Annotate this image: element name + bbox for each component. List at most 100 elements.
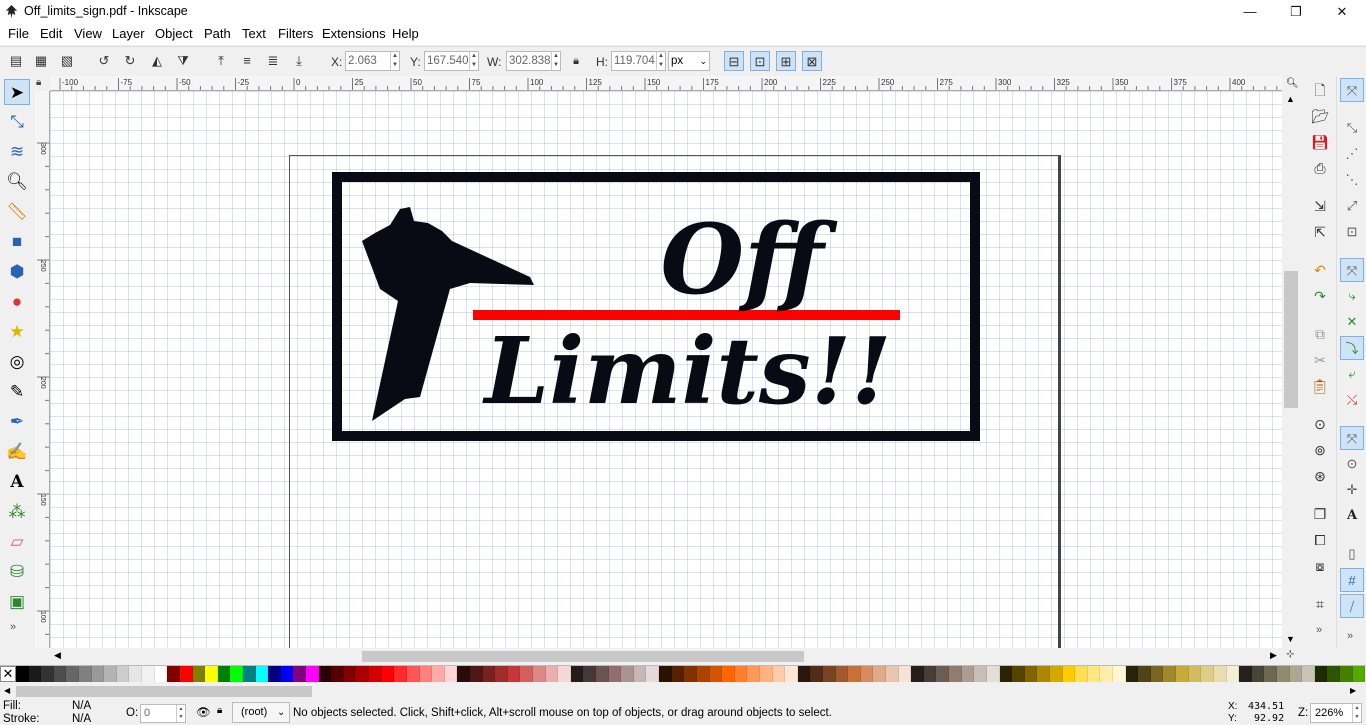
palette-swatch[interactable]	[747, 666, 760, 682]
calligraphy-tool-icon[interactable]: ✍	[4, 439, 30, 465]
print-icon[interactable]: ⎙	[1308, 156, 1332, 180]
palette-scroll-left-icon[interactable]: ◀	[4, 686, 10, 695]
close-button[interactable]: ✕	[1319, 0, 1365, 23]
scroll-up-icon[interactable]: ▲	[1286, 94, 1295, 104]
import-icon[interactable]: ⇲	[1308, 194, 1332, 218]
toolbox-overflow-icon[interactable]: »	[10, 621, 16, 633]
commands-overflow-icon[interactable]: »	[1316, 624, 1322, 636]
snap-centers-icon[interactable]: ⊙	[1340, 452, 1364, 476]
palette-swatch[interactable]	[696, 666, 710, 682]
scroll-down-icon[interactable]: ▼	[1286, 634, 1295, 644]
palette-swatch[interactable]	[583, 666, 597, 682]
export-icon[interactable]: ⇱	[1308, 220, 1332, 244]
palette-swatch[interactable]	[911, 666, 924, 682]
snap-paths-icon[interactable]: ⤷	[1340, 284, 1364, 308]
palette-swatch[interactable]	[633, 666, 647, 682]
palette-swatch[interactable]	[406, 666, 420, 682]
palette-swatch[interactable]	[621, 666, 634, 682]
paste-icon[interactable]: 📋︎	[1308, 374, 1332, 398]
palette-swatch[interactable]	[1264, 666, 1277, 682]
menu-edit[interactable]: Edit	[40, 26, 62, 41]
eraser-tool-icon[interactable]: ▱	[4, 529, 30, 555]
palette-swatch[interactable]	[230, 666, 243, 682]
rotate-cw-icon[interactable]: ↻	[120, 51, 140, 71]
palette-swatch[interactable]	[722, 666, 735, 682]
palette-swatch[interactable]	[1226, 666, 1240, 682]
palette-swatch[interactable]	[1113, 666, 1126, 682]
snap-text-baseline-icon[interactable]: A	[1340, 504, 1364, 528]
snap-overflow-icon[interactable]: »	[1347, 630, 1353, 642]
palette-swatch[interactable]	[457, 666, 470, 682]
palette-swatch[interactable]	[104, 666, 117, 682]
palette-swatch[interactable]	[1339, 666, 1353, 682]
scroll-left-icon[interactable]: ◀	[54, 650, 61, 661]
flip-vertical-icon[interactable]: ⧩	[173, 51, 193, 71]
palette-swatch[interactable]	[545, 666, 559, 682]
palette-swatch[interactable]	[192, 666, 206, 682]
toggle-scrollbars-icon[interactable]: ⊹	[1286, 649, 1294, 660]
measure-tool-icon[interactable]: 📏︎	[4, 199, 30, 225]
palette-swatch[interactable]	[936, 666, 950, 682]
snap-nodes-icon[interactable]: ⤧	[1340, 258, 1364, 282]
palette-swatch[interactable]	[1024, 666, 1038, 682]
palette-swatch[interactable]	[1087, 666, 1101, 682]
snap-bbox-icon[interactable]: ⤡	[1340, 116, 1364, 140]
rotate-ccw-icon[interactable]: ↺	[94, 51, 114, 71]
gradient-tool-icon[interactable]: ▣	[4, 589, 30, 615]
maximize-button[interactable]: ❐	[1273, 0, 1319, 23]
palette-swatch[interactable]	[242, 666, 256, 682]
snap-page-border-icon[interactable]: ▯	[1340, 542, 1364, 566]
palette-swatch[interactable]	[343, 666, 357, 682]
redo-icon[interactable]: ↷	[1308, 284, 1332, 308]
palette-swatch[interactable]	[1276, 666, 1290, 682]
flip-horizontal-icon[interactable]: ◭	[147, 51, 167, 71]
lock-proportions-icon[interactable]: 🔒︎	[566, 51, 586, 71]
palette-swatch[interactable]	[1239, 666, 1252, 682]
spin-arrows-icon[interactable]: ▲ ▼	[176, 705, 185, 722]
spin-arrows-icon[interactable]: ▲ ▼	[390, 52, 399, 70]
zoom-selection-icon[interactable]: ⊙	[1308, 412, 1332, 436]
select-all-icon[interactable]: ▤	[6, 51, 26, 71]
snap-bbox-center-icon[interactable]: ⊡	[1340, 220, 1364, 244]
snap-grid-icon[interactable]: #	[1340, 568, 1364, 592]
palette-swatch[interactable]	[1012, 666, 1025, 682]
palette-swatch[interactable]	[28, 666, 42, 682]
save-icon[interactable]: 💾︎	[1308, 130, 1332, 154]
undo-icon[interactable]: ↶	[1308, 258, 1332, 282]
copy-icon[interactable]: ⧉	[1308, 322, 1332, 346]
palette-swatch[interactable]	[318, 666, 332, 682]
palette-swatch[interactable]	[961, 666, 975, 682]
palette-swatch[interactable]	[520, 666, 533, 682]
palette-swatch[interactable]	[255, 666, 269, 682]
scale-corners-icon[interactable]: ⊡	[750, 51, 770, 71]
palette-swatch[interactable]	[268, 666, 281, 682]
group-icon[interactable]: ⌗	[1308, 592, 1332, 616]
palette-swatch[interactable]	[873, 666, 887, 682]
menu-filters[interactable]: Filters	[278, 26, 313, 41]
cut-icon[interactable]: ✂	[1308, 348, 1332, 372]
palette-swatch[interactable]	[848, 666, 861, 682]
palette-swatch[interactable]	[810, 666, 823, 682]
width-input[interactable]: 302.838 ▲ ▼	[506, 51, 561, 71]
unlink-clone-icon[interactable]: ⧇	[1308, 554, 1332, 578]
palette-swatch[interactable]	[1049, 666, 1063, 682]
palette-swatch[interactable]	[154, 666, 168, 682]
palette-swatch[interactable]	[608, 666, 622, 682]
palette-swatch[interactable]	[734, 666, 748, 682]
palette-scroll-thumb[interactable]	[16, 686, 312, 697]
zoom-page-icon[interactable]: ⊛	[1308, 464, 1332, 488]
drawing-canvas[interactable]: Off Limits!!	[50, 91, 1282, 648]
raise-icon[interactable]: ≡	[237, 51, 257, 71]
snap-bbox-midpoint-icon[interactable]: ⤢	[1340, 194, 1364, 218]
palette-swatch[interactable]	[217, 666, 231, 682]
palette-swatch[interactable]	[1125, 666, 1139, 682]
palette-swatch[interactable]	[772, 666, 786, 682]
palette-swatch[interactable]	[1163, 666, 1177, 682]
scale-stroke-icon[interactable]: ⊟	[724, 51, 744, 71]
zoom-drawing-icon[interactable]: ⊚	[1308, 438, 1332, 462]
opacity-input[interactable]: 0 ▲ ▼	[140, 704, 186, 723]
select-all-layers-icon[interactable]: ▦	[31, 51, 51, 71]
palette-swatch[interactable]	[280, 666, 294, 682]
menu-text[interactable]: Text	[242, 26, 266, 41]
palette-swatch[interactable]	[684, 666, 697, 682]
